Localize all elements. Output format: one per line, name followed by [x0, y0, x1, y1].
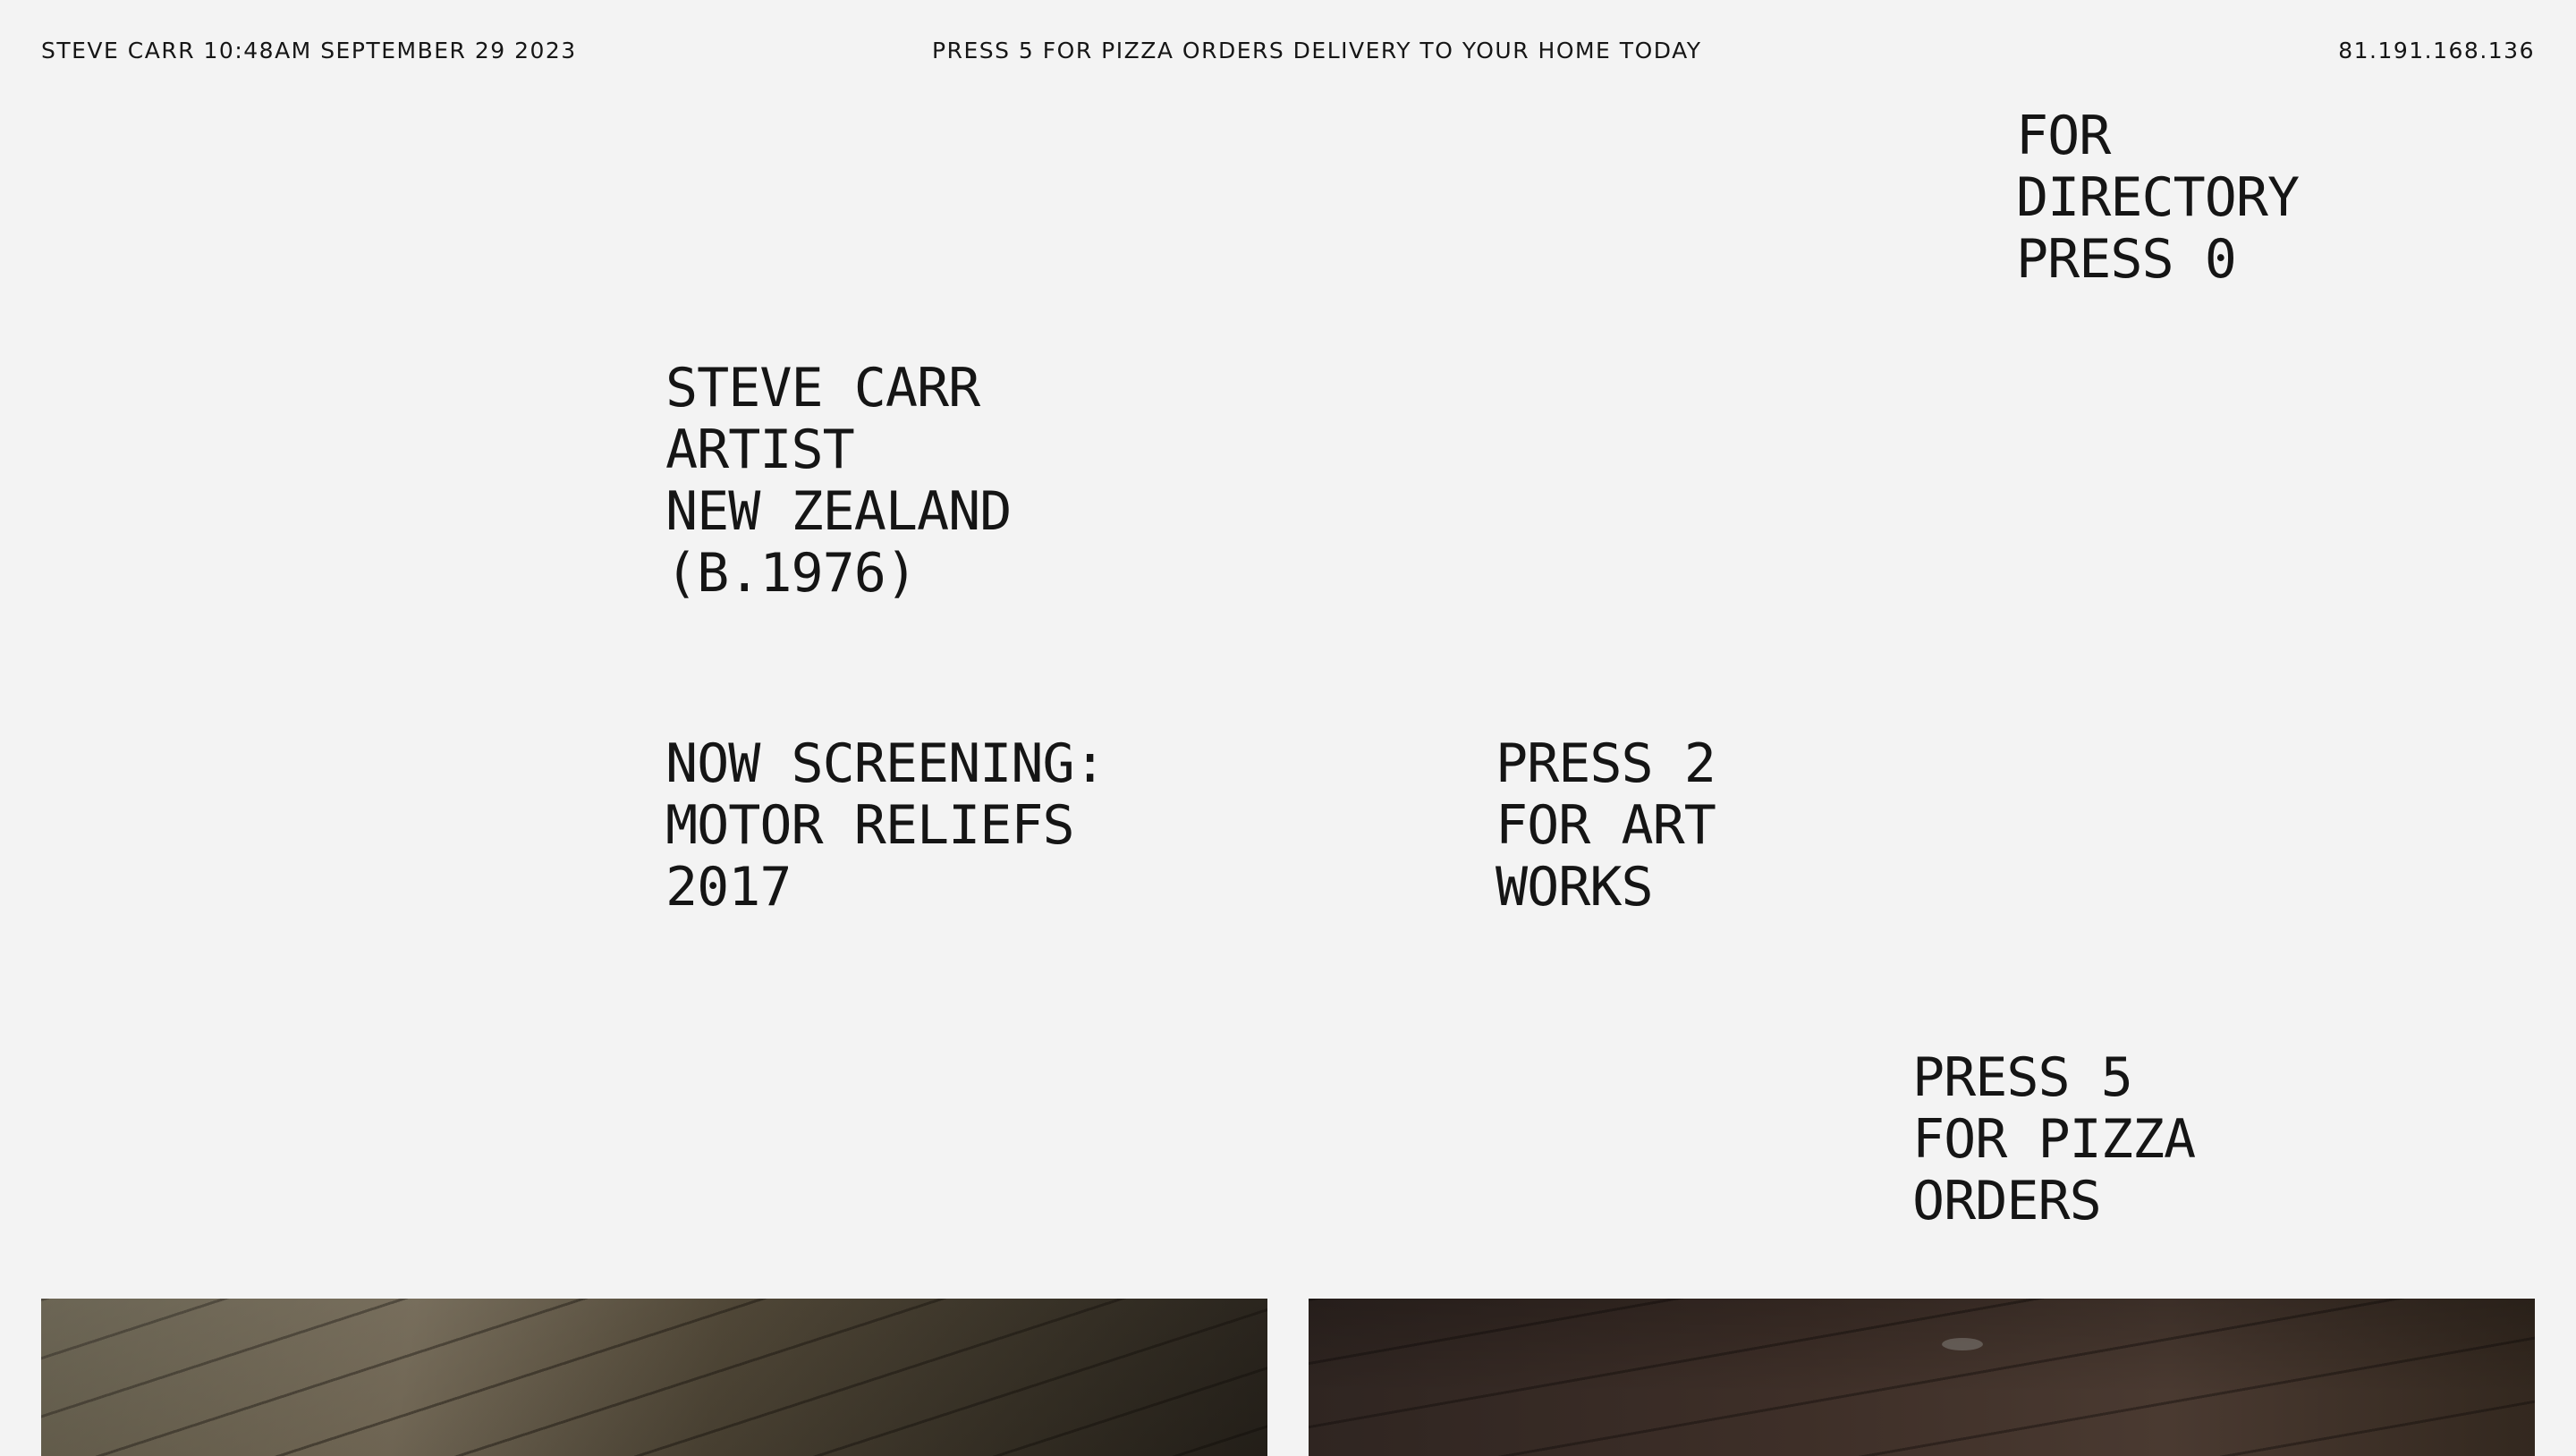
artwork-thumbnail-wood-floor-1[interactable] — [41, 1299, 1267, 1456]
artist-country: NEW ZEALAND — [665, 480, 1012, 543]
thumbnail-sheen — [1309, 1299, 2535, 1456]
artist-time-date: STEVE CARR 10:48AM SEPTEMBER 29 2023 — [41, 38, 577, 63]
floor-knot — [1942, 1338, 1983, 1350]
pizza-line-1: PRESS 5 — [1912, 1046, 2133, 1109]
artist-born: (B.1976) — [665, 542, 918, 605]
directory-line-1: FOR — [2016, 105, 2111, 167]
directory-link[interactable]: FOR DIRECTORY PRESS 0 — [2016, 105, 2300, 291]
directory-line-3: PRESS 0 — [2016, 228, 2237, 291]
pizza-line-2: FOR PIZZA — [1912, 1108, 2196, 1171]
directory-line-2: DIRECTORY — [2016, 166, 2300, 229]
pizza-line-3: ORDERS — [1912, 1170, 2102, 1232]
artist-info: STEVE CARR ARTIST NEW ZEALAND (B.1976) — [665, 357, 1012, 605]
artworks-link[interactable]: PRESS 2 FOR ART WORKS — [1496, 733, 1716, 918]
artworks-line-3: WORKS — [1496, 856, 1654, 918]
artist-name: STEVE CARR — [665, 357, 980, 419]
artwork-thumbnail-wood-floor-2[interactable] — [1309, 1299, 2535, 1456]
screening-title: MOTOR RELIEFS — [665, 794, 1075, 857]
artworks-line-1: PRESS 2 — [1496, 732, 1716, 795]
ticker-message: PRESS 5 FOR PIZZA ORDERS DELIVERY TO YOU… — [932, 38, 1702, 63]
screening-year: 2017 — [665, 856, 792, 918]
ip-address: 81.191.168.136 — [2338, 38, 2535, 63]
pizza-orders-link[interactable]: PRESS 5 FOR PIZZA ORDERS — [1912, 1046, 2196, 1232]
top-bar: STEVE CARR 10:48AM SEPTEMBER 29 2023 PRE… — [41, 38, 2535, 70]
artist-role: ARTIST — [665, 419, 855, 481]
artworks-line-2: FOR ART — [1496, 794, 1716, 857]
thumbnail-sheen — [41, 1299, 1267, 1456]
now-screening-link[interactable]: NOW SCREENING: MOTOR RELIEFS 2017 — [665, 733, 1106, 918]
now-screening-label: NOW SCREENING: — [665, 732, 1106, 795]
